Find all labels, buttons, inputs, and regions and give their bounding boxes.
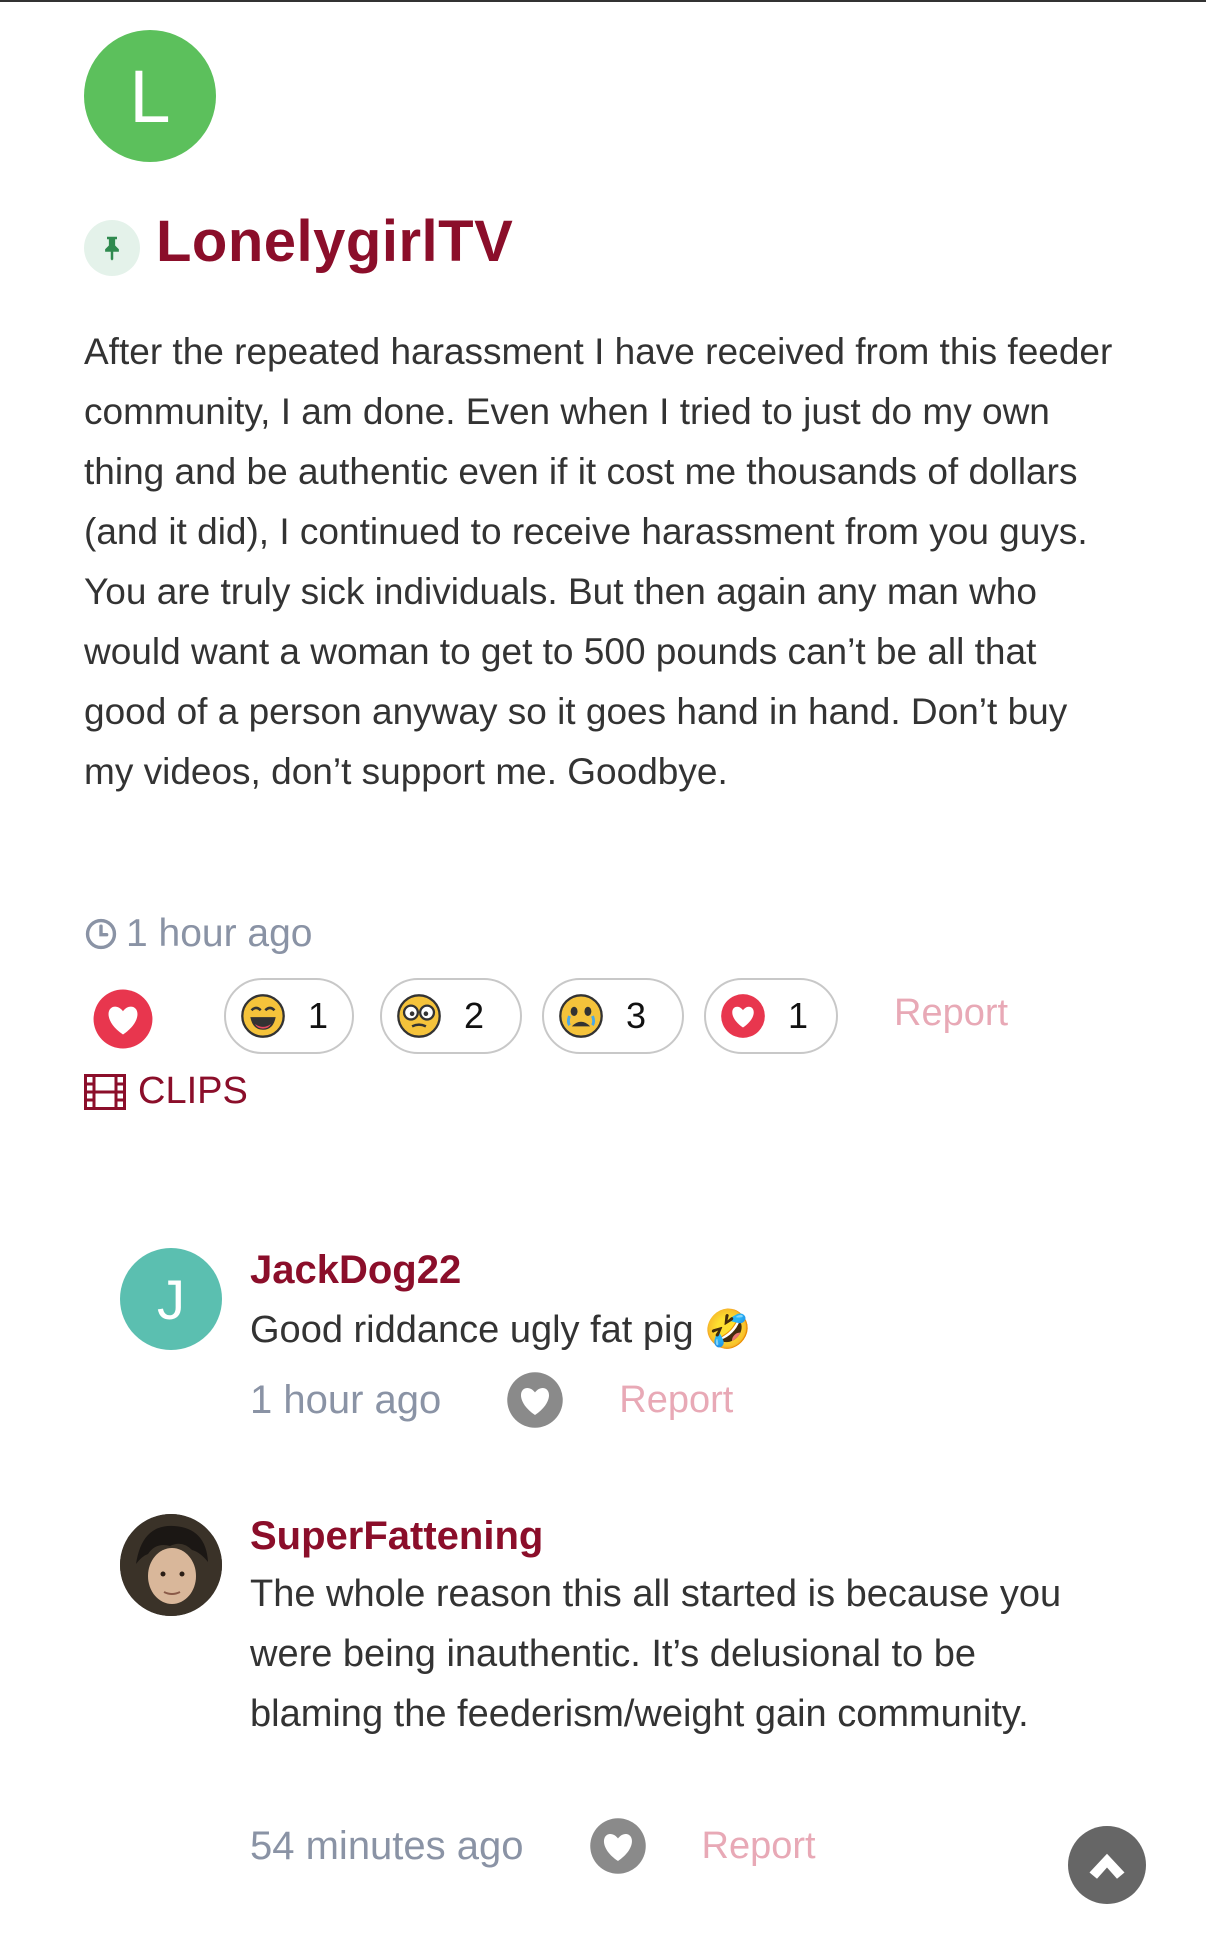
comment-meta: 1 hour ago Report bbox=[250, 1368, 733, 1432]
heart-outline-icon[interactable] bbox=[505, 1370, 565, 1430]
sad-emoji-icon bbox=[559, 994, 603, 1038]
reaction-sad-button[interactable]: 3 bbox=[542, 978, 684, 1054]
author-avatar[interactable]: L bbox=[84, 30, 216, 162]
report-link[interactable]: Report bbox=[894, 992, 1008, 1035]
reaction-row: 1 2 3 1 Report bbox=[84, 974, 1184, 1058]
avatar-letter: J bbox=[157, 1267, 185, 1331]
comment-timestamp: 54 minutes ago bbox=[250, 1823, 524, 1868]
comment-item: SuperFattening The whole reason this all… bbox=[120, 1514, 1120, 1874]
comment-avatar[interactable] bbox=[120, 1514, 222, 1616]
comment-timestamp: 1 hour ago bbox=[250, 1377, 442, 1422]
nerd-emoji-icon bbox=[397, 994, 441, 1038]
chevron-up-icon bbox=[1089, 1853, 1125, 1879]
reaction-heart-button[interactable]: 1 bbox=[704, 978, 838, 1054]
reaction-count: 2 bbox=[464, 995, 485, 1036]
reaction-nerd-button[interactable]: 2 bbox=[380, 978, 522, 1054]
comment-avatar[interactable]: J bbox=[120, 1248, 222, 1350]
comment-item: J JackDog22 Good riddance ugly fat pig 🤣… bbox=[120, 1248, 1120, 1448]
clock-icon bbox=[85, 918, 117, 950]
pin-icon bbox=[84, 220, 140, 276]
heart-icon[interactable] bbox=[92, 988, 154, 1050]
reaction-count: 1 bbox=[308, 995, 329, 1036]
heart-icon bbox=[721, 994, 765, 1038]
comment-text: Good riddance ugly fat pig 🤣 bbox=[250, 1309, 752, 1351]
comment-meta: 54 minutes ago Report bbox=[250, 1814, 816, 1878]
film-icon bbox=[84, 1073, 126, 1110]
top-divider bbox=[0, 0, 1206, 2]
comment-author-name[interactable]: SuperFattening bbox=[250, 1514, 543, 1559]
report-link[interactable]: Report bbox=[619, 1379, 733, 1422]
post-time-text: 1 hour ago bbox=[126, 912, 313, 955]
user-photo-icon bbox=[120, 1514, 222, 1616]
scroll-to-top-button[interactable] bbox=[1068, 1826, 1146, 1904]
report-link[interactable]: Report bbox=[702, 1825, 816, 1868]
comment-author-name[interactable]: JackDog22 bbox=[250, 1248, 461, 1293]
reaction-count: 1 bbox=[788, 995, 809, 1036]
reaction-laughing-button[interactable]: 1 bbox=[224, 978, 354, 1054]
laughing-emoji-icon bbox=[241, 994, 285, 1038]
clips-label: CLIPS bbox=[138, 1070, 248, 1112]
post-author-name[interactable]: LonelygirlTV bbox=[156, 208, 513, 275]
reaction-count: 3 bbox=[626, 995, 647, 1036]
avatar-letter: L bbox=[129, 54, 171, 138]
comment-text: The whole reason this all started is bec… bbox=[250, 1573, 1062, 1735]
clips-link[interactable]: CLIPS bbox=[84, 1070, 248, 1113]
post-body-text: After the repeated harassment I have rec… bbox=[84, 331, 1113, 792]
heart-outline-icon[interactable] bbox=[588, 1816, 648, 1876]
post-timestamp: 1 hour ago bbox=[84, 912, 313, 956]
